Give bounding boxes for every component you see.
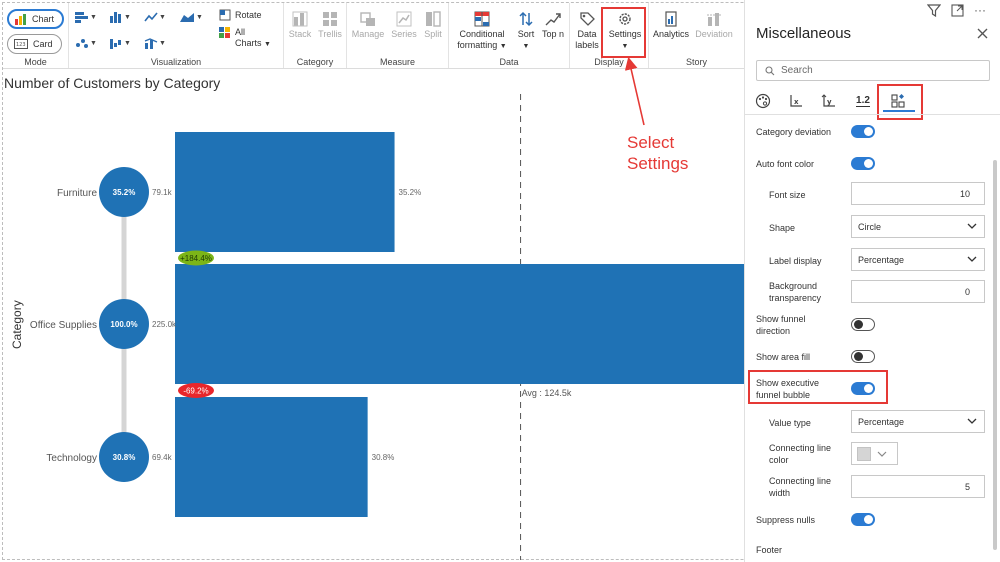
tab-x-axis[interactable]: x bbox=[784, 90, 808, 112]
search-icon bbox=[765, 65, 775, 75]
line-color-label-1: Connecting line bbox=[769, 443, 832, 453]
bg-label-2: transparency bbox=[769, 293, 822, 303]
line-width-label-1: Connecting line bbox=[769, 476, 832, 486]
auto-font-color-label: Auto font color bbox=[756, 159, 815, 169]
chevron-down-icon bbox=[967, 223, 977, 229]
close-icon[interactable] bbox=[977, 28, 988, 39]
filter-icon[interactable] bbox=[927, 4, 941, 17]
shape-label: Shape bbox=[769, 223, 796, 233]
tab-y-axis[interactable]: y bbox=[817, 90, 841, 112]
footer-section-label[interactable]: Footer bbox=[756, 544, 782, 556]
shape-value: Circle bbox=[858, 221, 882, 232]
panel-scrollbar[interactable] bbox=[993, 160, 997, 550]
funnel-direction-toggle[interactable] bbox=[851, 318, 875, 331]
connecting-line-width-label: Connecting line width bbox=[769, 475, 831, 499]
funnel-direction-label-2: direction bbox=[756, 326, 791, 336]
value-type-select[interactable]: Percentage bbox=[851, 410, 985, 433]
chevron-down-icon bbox=[967, 256, 977, 262]
font-size-input[interactable]: 10 bbox=[851, 182, 985, 205]
chevron-down-icon bbox=[877, 451, 887, 457]
value-type-label: Value type bbox=[769, 418, 811, 428]
search-input[interactable]: Search bbox=[756, 60, 990, 81]
svg-text:y: y bbox=[827, 98, 832, 106]
format-panel: ··· Miscellaneous Search x y 1.2 Categor… bbox=[744, 0, 1000, 562]
label-display-label: Label display bbox=[769, 256, 822, 266]
arrow-to-settings bbox=[624, 56, 645, 126]
search-placeholder: Search bbox=[781, 65, 813, 76]
panel-divider bbox=[745, 114, 1000, 115]
suppress-nulls-toggle[interactable] bbox=[851, 513, 875, 526]
tab-number-format[interactable]: 1.2 bbox=[851, 90, 875, 112]
line-width-label-2: width bbox=[769, 488, 791, 498]
funnel-direction-label-1: Show funnel bbox=[756, 314, 806, 324]
background-transparency-input[interactable]: 0 bbox=[851, 280, 985, 303]
font-size-label: Font size bbox=[769, 190, 806, 200]
color-swatch bbox=[857, 446, 871, 461]
connecting-line-color-label: Connecting line color bbox=[769, 442, 831, 466]
bubble-toggle-highlight bbox=[748, 370, 888, 404]
connecting-line-color-picker[interactable] bbox=[851, 442, 898, 465]
area-fill-label: Show area fill bbox=[756, 352, 811, 362]
connecting-line-width-input[interactable]: 5 bbox=[851, 475, 985, 498]
auto-font-color-toggle[interactable] bbox=[851, 157, 875, 170]
chevron-down-icon bbox=[967, 418, 977, 424]
background-transparency-label: Background transparency bbox=[769, 280, 821, 304]
line-color-label-2: color bbox=[769, 455, 789, 465]
suppress-nulls-label: Suppress nulls bbox=[756, 515, 816, 525]
value-type-value: Percentage bbox=[858, 416, 905, 427]
x-axis-icon: x bbox=[790, 95, 802, 107]
category-deviation-toggle[interactable] bbox=[851, 125, 875, 138]
more-options-icon[interactable]: ··· bbox=[974, 4, 986, 17]
shape-select[interactable]: Circle bbox=[851, 215, 985, 238]
number-format-label: 1.2 bbox=[856, 95, 870, 107]
panel-top-icons: ··· bbox=[927, 4, 986, 17]
expand-icon[interactable] bbox=[951, 4, 964, 17]
funnel-direction-label: Show funnel direction bbox=[756, 313, 806, 337]
category-deviation-label: Category deviation bbox=[756, 127, 832, 137]
tab-color[interactable] bbox=[751, 90, 775, 112]
label-display-select[interactable]: Percentage bbox=[851, 248, 985, 271]
y-axis-icon: y bbox=[821, 94, 835, 107]
area-fill-toggle[interactable] bbox=[851, 350, 875, 363]
bg-label-1: Background bbox=[769, 281, 818, 291]
svg-text:x: x bbox=[794, 98, 799, 106]
label-display-value: Percentage bbox=[858, 254, 905, 265]
palette-icon bbox=[755, 93, 771, 109]
panel-title: Miscellaneous bbox=[756, 25, 852, 42]
